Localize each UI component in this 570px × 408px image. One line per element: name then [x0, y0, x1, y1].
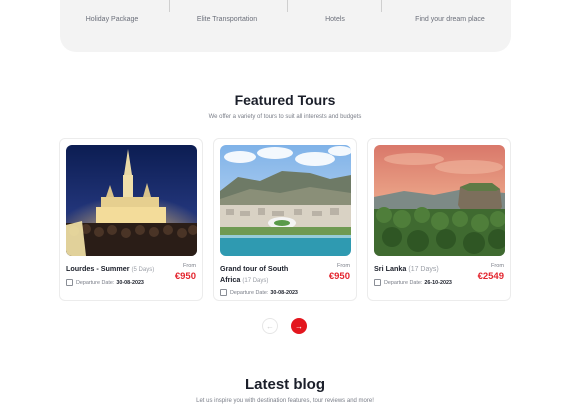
departure-date-value: 26-10-2023	[424, 279, 452, 286]
tour-duration: (17 Days)	[408, 266, 439, 273]
latest-blog-title: Latest blog	[244, 376, 325, 393]
stat-find-dream-place: Find your dream place	[395, 0, 505, 23]
stat-divider	[169, 0, 170, 12]
departure-date-label: Departure Date:	[230, 289, 269, 296]
stat-hotels: Hotels	[280, 0, 390, 23]
arrow-right-icon: →	[295, 321, 303, 331]
stat-label: Find your dream place	[415, 16, 485, 23]
departure-date: Departure Date: 30-08-2023	[66, 279, 144, 286]
stat-label: Elite Transportation	[196, 16, 258, 23]
tour-card[interactable]: Grand tour of South Africa (17 Days) Dep…	[213, 138, 357, 301]
featured-tours-subtitle: We offer a variety of tours to suit all …	[208, 114, 362, 120]
latest-blog-subtitle: Let us inspire you with destination feat…	[196, 398, 374, 404]
carousel-next-button[interactable]: →	[291, 318, 307, 334]
tour-image-south-africa[interactable]	[220, 145, 351, 256]
tour-title-text[interactable]: Sri Lanka	[374, 264, 406, 273]
price-from-label: From	[182, 263, 196, 269]
carousel-prev-button[interactable]: ←	[262, 318, 278, 334]
tour-title[interactable]: Lourdes - Summer (5 Days)	[66, 263, 156, 276]
tour-duration: (17 Days)	[242, 278, 269, 284]
tour-title[interactable]: Grand tour of South Africa (17 Days)	[220, 263, 310, 287]
featured-tours-title: Featured Tours	[234, 92, 336, 108]
tour-title[interactable]: Sri Lanka (17 Days)	[374, 263, 464, 275]
stat-holiday-package: Holiday Package	[57, 0, 167, 23]
tour-card[interactable]: Sri Lanka (17 Days) Departure Date: 26-1…	[367, 138, 511, 301]
calendar-icon	[220, 289, 227, 296]
tour-card[interactable]: Lourdes - Summer (5 Days) Departure Date…	[59, 138, 203, 301]
calendar-icon	[374, 279, 381, 286]
departure-date-label: Departure Date:	[76, 279, 115, 286]
departure-date: Departure Date: 30-08-2023	[220, 289, 298, 296]
departure-date-label: Departure Date:	[384, 279, 423, 286]
tour-price: €2549	[477, 271, 504, 282]
calendar-icon	[66, 279, 73, 286]
stat-label: Hotels	[325, 16, 345, 23]
stat-elite-transportation: Elite Transportation	[172, 0, 282, 23]
price-from-label: From	[490, 263, 504, 269]
tour-price: €950	[328, 271, 350, 282]
departure-date-value: 30-08-2023	[270, 289, 298, 296]
stats-panel: Holiday Package Elite Transportation Hot…	[60, 0, 511, 52]
tour-price: €950	[174, 271, 196, 282]
price-from-label: From	[336, 263, 350, 269]
tour-image-lourdes[interactable]	[66, 145, 197, 256]
tour-image-sri-lanka[interactable]	[374, 145, 505, 256]
stat-label: Holiday Package	[85, 16, 139, 23]
tour-duration: (5 Days)	[131, 267, 155, 273]
tour-title-text[interactable]: Lourdes - Summer	[66, 264, 130, 273]
departure-date: Departure Date: 26-10-2023	[374, 279, 452, 286]
stat-divider	[381, 0, 382, 12]
arrow-left-icon: ←	[266, 321, 274, 331]
departure-date-value: 30-08-2023	[116, 279, 144, 286]
